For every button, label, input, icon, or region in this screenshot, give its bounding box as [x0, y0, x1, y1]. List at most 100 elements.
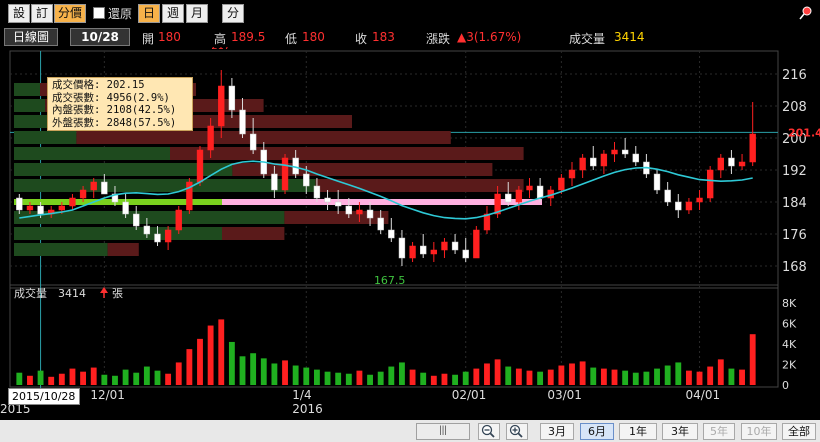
- candle-body: [738, 161, 746, 167]
- volume-bar: [112, 375, 118, 385]
- price-distribution-button[interactable]: 分價: [54, 4, 86, 23]
- candle-body: [579, 157, 586, 171]
- volume-bar: [664, 365, 671, 385]
- toolbar: 設 訂 分價 還原 日 週 月 分: [0, 0, 820, 26]
- candle-body: [664, 189, 671, 203]
- restore-checkbox[interactable]: [93, 7, 105, 19]
- volume-bar: [377, 371, 384, 385]
- volume-bar: [303, 367, 310, 385]
- volume-bar: [80, 371, 87, 385]
- range-button[interactable]: 6月: [580, 423, 614, 440]
- candle-body: [122, 201, 129, 215]
- month-button[interactable]: 月: [186, 4, 208, 23]
- volume-bar: [675, 362, 682, 385]
- candle-body: [632, 153, 639, 163]
- volume-bar: [228, 341, 235, 385]
- pin-icon[interactable]: [798, 5, 814, 21]
- volume-bar: [186, 349, 193, 385]
- week-button[interactable]: 週: [162, 4, 184, 23]
- scrollbar-thumb[interactable]: |||: [416, 423, 470, 440]
- period-label: 日線圖: [4, 28, 58, 46]
- candle-body: [143, 225, 151, 235]
- candle-body: [69, 197, 76, 207]
- range-button[interactable]: 5年: [703, 423, 735, 440]
- volume-bar: [388, 366, 395, 385]
- candle-body: [505, 193, 512, 203]
- volume-bar: [154, 370, 161, 385]
- settings-button[interactable]: 設: [8, 4, 30, 23]
- current-price-label: 201.4: [788, 126, 820, 139]
- candle-body: [568, 169, 576, 179]
- candle-body: [249, 133, 257, 151]
- range-button[interactable]: 10年: [741, 423, 777, 440]
- minute-button[interactable]: 分: [222, 4, 244, 23]
- volume-bar: [430, 375, 437, 385]
- range-button[interactable]: 全部: [782, 423, 816, 440]
- low-price-marker: 167.5: [374, 274, 406, 287]
- date-label: 10/28: [70, 28, 130, 46]
- volume-bar: [335, 372, 342, 385]
- candle-body: [675, 201, 682, 211]
- volume-panel-value: 3414: [58, 287, 86, 300]
- candle-body: [590, 157, 597, 167]
- volume-bar: [239, 356, 246, 385]
- volume-bar: [399, 362, 405, 385]
- volume-bar: [462, 371, 469, 385]
- zoom-in-button[interactable]: [506, 423, 528, 440]
- candle-body: [749, 133, 756, 163]
- candle-body: [728, 157, 735, 167]
- candle-body: [207, 125, 214, 151]
- volume-bar: [558, 365, 565, 385]
- restore-label: 還原: [108, 7, 133, 21]
- candle-body: [79, 189, 87, 199]
- config-button[interactable]: 訂: [31, 4, 53, 23]
- price-tooltip: 成交價格: 202.15 成交張數: 4956(2.9%) 內盤張數: 2108…: [47, 77, 193, 131]
- price-tick-label: 184: [782, 196, 807, 211]
- candle-body: [366, 209, 374, 219]
- candle-body: [706, 169, 714, 199]
- x-tick-label: 04/01: [686, 388, 721, 402]
- volume-bar: [143, 366, 150, 385]
- volume-bar: [632, 372, 639, 385]
- volume-tick-label: 2K: [782, 359, 797, 372]
- volume-bar: [569, 363, 575, 385]
- close-label: 收: [355, 32, 368, 46]
- candle-body: [621, 149, 629, 155]
- candle-body: [536, 185, 544, 199]
- year-label: 2016: [292, 402, 323, 416]
- day-button[interactable]: 日: [138, 4, 160, 23]
- range-button[interactable]: 3年: [662, 423, 698, 440]
- volume-label: 成交量: [569, 32, 606, 46]
- candle-body: [313, 185, 321, 199]
- range-button[interactable]: 1年: [619, 423, 657, 440]
- volume-bar: [515, 368, 522, 385]
- candle-body: [154, 233, 161, 243]
- candle-body: [696, 197, 703, 203]
- candle-body: [271, 173, 278, 191]
- high-value: 189.5: [231, 30, 266, 44]
- volume-bar: [207, 325, 214, 385]
- zoom-out-button[interactable]: [478, 423, 500, 440]
- volume-profile-bar: [107, 243, 139, 256]
- candle-body: [611, 149, 618, 155]
- volume-bar: [473, 368, 480, 385]
- candle-body: [356, 209, 363, 215]
- range-button[interactable]: 3月: [540, 423, 574, 440]
- candle-body: [324, 197, 331, 203]
- volume-bar: [590, 367, 597, 385]
- volume-bar: [122, 369, 129, 385]
- zoom-in-icon: [509, 424, 523, 438]
- volume-panel-label: 成交量: [14, 286, 47, 300]
- price-tick-label: 216: [782, 68, 807, 83]
- volume-profile-bar: [14, 83, 40, 96]
- candle-body: [345, 205, 352, 215]
- volume-bar: [494, 359, 501, 385]
- candle-body: [600, 153, 608, 167]
- x-tick-label: 03/01: [547, 388, 582, 402]
- volume-bar: [484, 363, 490, 385]
- volume-bar: [345, 373, 352, 385]
- candle-body: [441, 241, 448, 251]
- volume-bar: [260, 358, 267, 385]
- candle-body: [334, 201, 342, 207]
- candle-body: [239, 109, 246, 135]
